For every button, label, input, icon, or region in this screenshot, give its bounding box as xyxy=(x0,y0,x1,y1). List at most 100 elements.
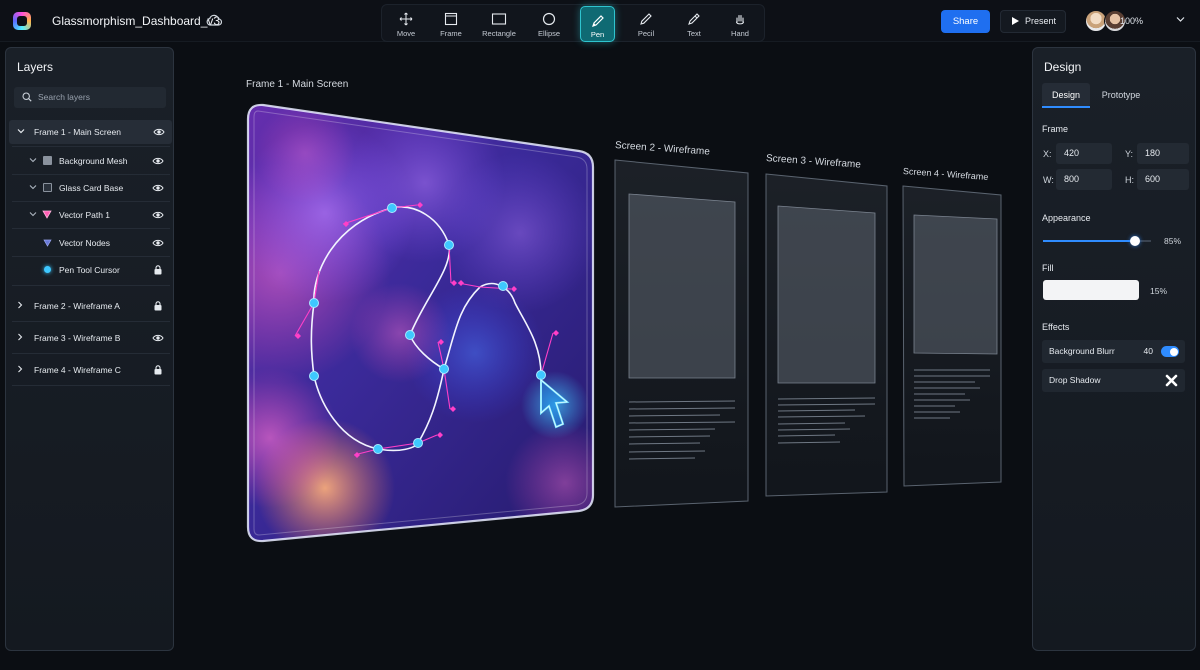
chevron-down-icon[interactable] xyxy=(29,156,37,164)
tool-hand-label: Hand xyxy=(731,29,749,38)
layer-item-frame-2[interactable]: Frame 2 - Wireframe A xyxy=(6,294,173,318)
layer-label: Vector Path 1 xyxy=(59,210,111,220)
opacity-slider-knob[interactable] xyxy=(1129,236,1140,246)
layer-label: Frame 1 - Main Screen xyxy=(34,127,121,137)
ellipse-icon xyxy=(542,12,556,26)
wireframe-screen-4[interactable] xyxy=(902,185,1002,487)
effect-label: Drop Shadow xyxy=(1049,375,1101,385)
tool-bar: Move Frame Rectangle Ellipse Pen Pecil T… xyxy=(381,4,765,42)
zoom-level[interactable]: 100% xyxy=(1120,16,1143,26)
layer-label: Frame 4 - Wireframe C xyxy=(34,365,121,375)
tab-prototype[interactable]: Prototype xyxy=(1094,83,1148,107)
effect-background-blur[interactable]: Background Blurr 40 xyxy=(1042,340,1185,363)
layer-label: Vector Nodes xyxy=(59,238,111,248)
tool-pencil-label: Pecil xyxy=(637,29,655,38)
top-bar: Glassmorphism_Dashboard_v3 Move Frame Re… xyxy=(0,0,1200,42)
chevron-right-icon[interactable] xyxy=(16,333,24,341)
layer-item-frame-3[interactable]: Frame 3 - Wireframe B xyxy=(6,326,173,350)
tool-move-label: Move xyxy=(396,29,416,38)
glass-card-frame-1[interactable] xyxy=(175,93,625,558)
tool-rectangle[interactable]: Rectangle xyxy=(475,5,523,43)
eye-icon[interactable] xyxy=(152,183,164,193)
design-title: Design xyxy=(1044,60,1082,74)
tab-design[interactable]: Design xyxy=(1042,83,1090,108)
chevron-right-icon[interactable] xyxy=(16,365,24,373)
share-button[interactable]: Share xyxy=(941,10,990,33)
chevron-down-icon[interactable] xyxy=(1176,16,1185,23)
present-label: Present xyxy=(1025,16,1057,26)
effect-drop-shadow[interactable]: Drop Shadow xyxy=(1042,369,1185,392)
divider xyxy=(12,256,170,257)
y-field[interactable]: 180 xyxy=(1137,143,1189,164)
pencil-icon xyxy=(640,13,652,25)
divider xyxy=(12,174,170,175)
divider xyxy=(12,146,170,147)
close-icon[interactable] xyxy=(1165,374,1178,387)
lock-icon[interactable] xyxy=(152,265,164,275)
layer-item-pen-tool-cursor[interactable]: Pen Tool Cursor xyxy=(6,258,173,282)
appearance-section-title: Appearance xyxy=(1042,213,1091,223)
layer-item-background-mesh[interactable]: Background Mesh xyxy=(6,149,173,173)
eye-icon[interactable] xyxy=(152,333,164,343)
pen-tool-cursor-icon xyxy=(521,371,589,439)
frame-icon xyxy=(444,12,458,26)
x-field[interactable]: 420 xyxy=(1056,143,1112,164)
tool-frame[interactable]: Frame xyxy=(427,5,475,43)
height-field[interactable]: 600 xyxy=(1137,169,1189,190)
rectangle-icon xyxy=(491,13,507,25)
layer-item-vector-nodes[interactable]: Vector Nodes xyxy=(6,231,173,255)
opacity-slider-fill xyxy=(1043,240,1135,242)
lock-icon[interactable] xyxy=(152,365,164,375)
width-field[interactable]: 800 xyxy=(1056,169,1112,190)
fill-color-swatch[interactable] xyxy=(1043,280,1139,300)
search-placeholder: Search layers xyxy=(38,92,90,102)
layer-item-frame-1[interactable]: Frame 1 - Main Screen xyxy=(9,120,172,144)
vector-path-icon xyxy=(42,210,52,219)
tool-pencil[interactable]: Pecil xyxy=(622,5,670,43)
background-blur-toggle[interactable] xyxy=(1161,346,1179,357)
divider xyxy=(12,321,170,322)
tool-pen[interactable]: Pen xyxy=(580,6,615,42)
layer-item-frame-4[interactable]: Frame 4 - Wireframe C xyxy=(6,358,173,382)
canvas-artwork xyxy=(175,93,1002,558)
layer-label: Glass Card Base xyxy=(59,183,124,193)
fill-opacity-value[interactable]: 15% xyxy=(1150,286,1167,296)
eye-icon[interactable] xyxy=(153,127,165,137)
blur-value[interactable]: 40 xyxy=(1144,346,1153,356)
layer-item-vector-path-1[interactable]: Vector Path 1 xyxy=(6,203,173,227)
divider xyxy=(12,201,170,202)
chevron-down-icon[interactable] xyxy=(29,210,37,218)
present-button[interactable]: Present xyxy=(1000,10,1066,33)
y-label: Y: xyxy=(1125,149,1134,159)
chevron-down-icon[interactable] xyxy=(29,183,37,191)
cloud-sync-icon[interactable] xyxy=(206,14,222,26)
app-logo-icon[interactable] xyxy=(13,12,31,30)
layer-item-glass-card-base[interactable]: Glass Card Base xyxy=(6,176,173,200)
eye-icon[interactable] xyxy=(152,210,164,220)
opacity-value[interactable]: 85% xyxy=(1164,236,1181,246)
lock-icon[interactable] xyxy=(152,301,164,311)
chevron-down-icon[interactable] xyxy=(17,127,25,135)
effect-label: Background Blurr xyxy=(1049,346,1115,356)
wireframe-screen-2[interactable] xyxy=(614,159,749,508)
search-icon xyxy=(22,92,32,102)
tool-text[interactable]: Text xyxy=(670,5,718,43)
layer-label: Frame 3 - Wireframe B xyxy=(34,333,121,343)
design-canvas[interactable]: Frame 1 - Main Screen Screen 2 - Wirefra… xyxy=(175,43,1031,670)
tool-ellipse[interactable]: Ellipse xyxy=(525,5,573,43)
tool-pen-label: Pen xyxy=(590,30,605,39)
opacity-slider[interactable] xyxy=(1043,236,1151,246)
document-title[interactable]: Glassmorphism_Dashboard_v3 xyxy=(52,14,220,28)
design-tabs: Design Prototype xyxy=(1042,83,1188,108)
tool-rectangle-label: Rectangle xyxy=(482,29,516,38)
eye-icon[interactable] xyxy=(152,156,164,166)
tool-frame-label: Frame xyxy=(440,29,462,38)
tool-move[interactable]: Move xyxy=(382,5,430,43)
tool-hand[interactable]: Hand xyxy=(716,5,764,43)
chevron-right-icon[interactable] xyxy=(16,301,24,309)
eye-icon[interactable] xyxy=(152,238,164,248)
wireframe-screen-3[interactable] xyxy=(765,173,888,497)
layers-panel: Layers Search layers Frame 1 - Main Scre… xyxy=(5,47,174,651)
tool-text-label: Text xyxy=(687,29,701,38)
search-layers-input[interactable]: Search layers xyxy=(14,87,166,108)
